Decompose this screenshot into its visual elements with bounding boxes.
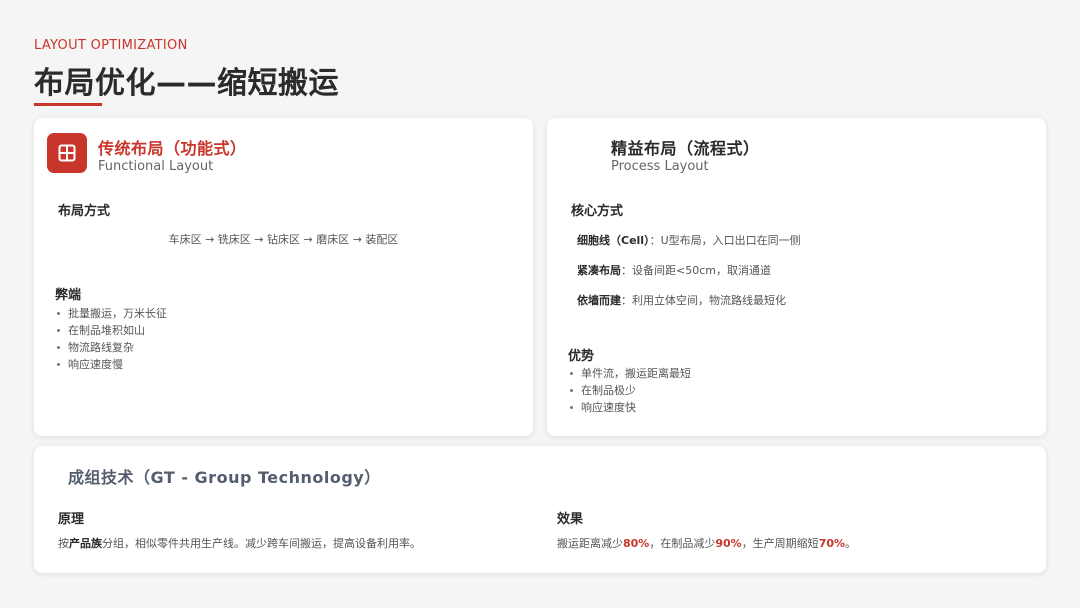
- pros-list: 单件流，搬运距离最短 在制品极少 响应速度快: [568, 365, 691, 416]
- grid-icon: [47, 133, 87, 173]
- list-item: 响应速度快: [568, 399, 691, 416]
- eyebrow-label: LAYOUT OPTIMIZATION: [34, 38, 188, 53]
- lean-title: 精益布局（流程式）: [611, 139, 760, 158]
- process-flow: 车床区 → 铣床区 → 钻床区 → 磨床区 → 装配区: [168, 233, 399, 246]
- page-title: 布局优化——缩短搬运: [34, 66, 339, 101]
- group-technology-card: 成组技术（GT - Group Technology） 原理 按产品族分组，相似…: [34, 446, 1046, 573]
- core-heading: 核心方式: [571, 204, 624, 219]
- pros-heading: 优势: [568, 349, 595, 364]
- list-item: 在制品极少: [568, 382, 691, 399]
- traditional-layout-card: 传统布局（功能式） Functional Layout 布局方式 车床区 → 铣…: [34, 118, 533, 436]
- effect-heading: 效果: [557, 512, 584, 527]
- principle-heading: 原理: [58, 512, 85, 527]
- lean-subtitle: Process Layout: [611, 159, 709, 174]
- list-item: 批量搬运，万米长征: [55, 305, 167, 322]
- lean-layout-card: 精益布局（流程式） Process Layout 核心方式 细胞线（Cell）：…: [547, 118, 1046, 436]
- cons-heading: 弊端: [55, 288, 82, 303]
- effect-text: 搬运距离减少80%，在制品减少90%，生产周期缩短70%。: [557, 537, 857, 550]
- title-underline: [34, 103, 102, 106]
- core-item: 紧凑布局：设备间距<50cm，取消通道: [577, 264, 771, 277]
- list-item: 物流路线复杂: [55, 339, 167, 356]
- traditional-subtitle: Functional Layout: [98, 159, 214, 174]
- principle-text: 按产品族分组，相似零件共用生产线。减少跨车间搬运，提高设备利用率。: [58, 537, 421, 550]
- method-heading: 布局方式: [58, 204, 111, 219]
- core-item: 依墙而建：利用立体空间，物流路线最短化: [577, 294, 786, 307]
- gt-title: 成组技术（GT - Group Technology）: [68, 468, 381, 487]
- traditional-title: 传统布局（功能式）: [98, 139, 247, 158]
- list-item: 单件流，搬运距离最短: [568, 365, 691, 382]
- list-item: 响应速度慢: [55, 356, 167, 373]
- core-item: 细胞线（Cell）：U型布局，入口出口在同一侧: [577, 234, 801, 247]
- list-item: 在制品堆积如山: [55, 322, 167, 339]
- cons-list: 批量搬运，万米长征 在制品堆积如山 物流路线复杂 响应速度慢: [55, 305, 167, 373]
